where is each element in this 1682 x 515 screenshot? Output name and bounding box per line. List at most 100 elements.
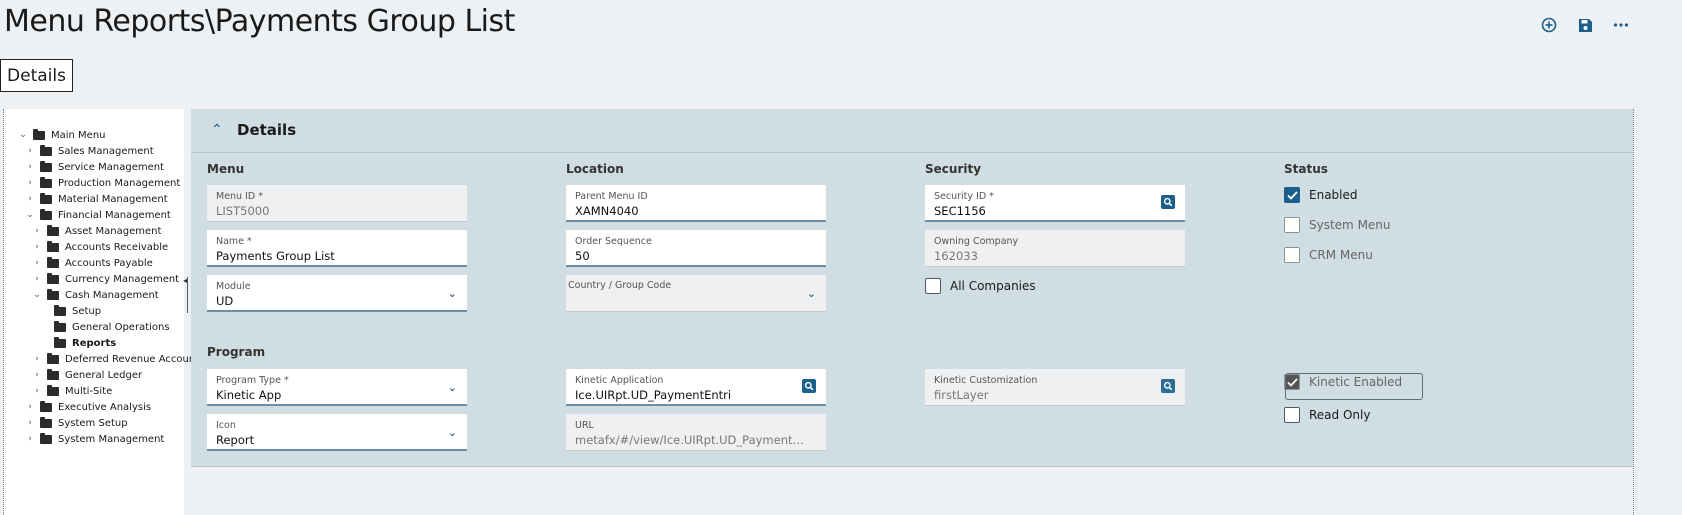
chevron-right-icon[interactable]: › xyxy=(26,162,34,172)
name-field[interactable]: Name * Payments Group List xyxy=(207,230,467,267)
tree-item[interactable]: › Production Management xyxy=(26,175,180,191)
chevron-right-icon[interactable]: › xyxy=(33,258,41,268)
kinetic-application-field[interactable]: Kinetic Application Ice.UIRpt.UD_Payment… xyxy=(566,369,826,406)
kinetic-customization-value: firstLayer xyxy=(934,388,989,402)
kinetic-customization-field[interactable]: Kinetic Customization firstLayer xyxy=(925,369,1185,406)
checkbox-checked-icon[interactable] xyxy=(1284,374,1300,390)
save-icon[interactable] xyxy=(1574,14,1596,36)
tree-item-label: Financial Management xyxy=(58,209,171,221)
folder-icon xyxy=(40,416,52,428)
parent-menu-id-field[interactable]: Parent Menu ID XAMN4040 xyxy=(566,185,826,222)
tree-item[interactable]: › Sales Management xyxy=(26,143,154,159)
chevron-right-icon[interactable]: › xyxy=(33,242,41,252)
tree-item[interactable]: › System Management xyxy=(26,431,164,447)
tree-item[interactable]: Reports xyxy=(40,335,116,351)
tree-item[interactable]: ⌄ Financial Management xyxy=(26,207,171,223)
folder-icon xyxy=(33,128,45,140)
tab-details[interactable]: Details xyxy=(0,59,73,92)
program-type-label: Program Type * xyxy=(216,375,289,386)
module-label: Module xyxy=(216,281,251,292)
chevron-right-icon[interactable]: › xyxy=(26,402,34,412)
chevron-right-icon[interactable]: › xyxy=(33,386,41,396)
all-companies-checkbox[interactable]: All Companies xyxy=(925,278,1036,294)
country-group-code-select[interactable]: Country / Group Code ⌄ xyxy=(566,275,826,312)
read-only-checkbox[interactable]: Read Only xyxy=(1284,407,1370,423)
more-options-icon[interactable] xyxy=(1610,14,1632,36)
chevron-right-icon[interactable]: › xyxy=(33,226,41,236)
icon-label: Icon xyxy=(216,420,236,431)
tree-item[interactable]: ⌄ Cash Management xyxy=(33,287,159,303)
chevron-down-icon[interactable]: ⌄ xyxy=(26,210,34,220)
tree-item[interactable]: › Service Management xyxy=(26,159,164,175)
tree-item-label: Currency Management xyxy=(65,273,180,285)
section-status: Status xyxy=(1284,162,1328,176)
checkbox-box[interactable] xyxy=(925,278,941,294)
system-menu-checkbox[interactable]: System Menu xyxy=(1284,217,1391,233)
chevron-down-icon[interactable]: ⌄ xyxy=(19,130,27,140)
search-lookup-icon[interactable] xyxy=(1161,379,1175,393)
chevron-down-icon[interactable]: ⌄ xyxy=(448,426,457,439)
crm-menu-checkbox[interactable]: CRM Menu xyxy=(1284,247,1373,263)
chevron-down-icon[interactable]: ⌄ xyxy=(807,287,816,300)
search-lookup-icon[interactable] xyxy=(802,379,816,393)
chevron-right-icon[interactable]: › xyxy=(26,418,34,428)
tree-item[interactable]: › Currency Management xyxy=(33,271,179,287)
checkbox-box[interactable] xyxy=(1284,217,1300,233)
tree-item[interactable]: › General Ledger xyxy=(33,367,142,383)
tree-item[interactable]: ⌄ Main Menu xyxy=(19,127,106,143)
order-sequence-field[interactable]: Order Sequence 50 xyxy=(566,230,826,267)
menu-id-label: Menu ID * xyxy=(216,191,263,202)
add-icon[interactable] xyxy=(1538,14,1560,36)
security-id-value: SEC1156 xyxy=(934,204,986,218)
tree-item-label: Deferred Revenue Accoun xyxy=(65,353,196,365)
checkbox-box[interactable] xyxy=(1284,407,1300,423)
menu-id-field[interactable]: Menu ID * LIST5000 xyxy=(207,185,467,222)
top-actions xyxy=(1538,14,1632,36)
chevron-right-icon[interactable]: › xyxy=(26,146,34,156)
tree-item[interactable]: › Asset Management xyxy=(33,223,161,239)
tree-item[interactable]: › Accounts Payable xyxy=(33,255,153,271)
tree-item[interactable]: General Operations xyxy=(40,319,170,335)
tree-item-label: Service Management xyxy=(58,161,165,173)
search-lookup-icon[interactable] xyxy=(1161,195,1175,209)
chevron-right-icon[interactable]: › xyxy=(26,178,34,188)
folder-icon xyxy=(47,288,59,300)
enabled-checkbox[interactable]: Enabled xyxy=(1284,187,1358,203)
owning-company-field[interactable]: Owning Company 162033 xyxy=(925,230,1185,267)
folder-icon xyxy=(47,384,59,396)
details-panel-header[interactable]: ⌃ Details xyxy=(191,109,1633,153)
folder-icon xyxy=(40,160,52,172)
program-type-select[interactable]: Program Type * Kinetic App ⌄ xyxy=(207,369,467,406)
module-select[interactable]: Module UD ⌄ xyxy=(207,275,467,312)
tree-item[interactable]: › System Setup xyxy=(26,415,128,431)
checkbox-checked-icon[interactable] xyxy=(1284,187,1300,203)
chevron-down-icon[interactable]: ⌄ xyxy=(448,287,457,300)
folder-icon xyxy=(40,432,52,444)
url-label: URL xyxy=(575,420,594,431)
tree-item-label: Accounts Payable xyxy=(65,257,153,269)
tree-item[interactable]: Setup xyxy=(40,303,101,319)
tree-splitter[interactable] xyxy=(187,277,189,313)
chevron-right-icon[interactable]: › xyxy=(33,354,41,364)
chevron-right-icon[interactable]: › xyxy=(33,370,41,380)
kinetic-application-value: Ice.UIRpt.UD_PaymentEntri xyxy=(575,388,732,402)
folder-icon xyxy=(40,176,52,188)
checkbox-box[interactable] xyxy=(1284,247,1300,263)
kinetic-enabled-checkbox[interactable]: Kinetic Enabled xyxy=(1284,374,1402,390)
tree-item[interactable]: › Deferred Revenue Accoun xyxy=(33,351,195,367)
chevron-up-icon[interactable]: ⌃ xyxy=(211,121,223,138)
chevron-right-icon[interactable]: › xyxy=(26,434,34,444)
tree-item[interactable]: › Accounts Receivable xyxy=(33,239,168,255)
tree-item-label: Cash Management xyxy=(65,289,159,301)
security-id-field[interactable]: Security ID * SEC1156 xyxy=(925,185,1185,222)
chevron-down-icon[interactable]: ⌄ xyxy=(448,381,457,394)
icon-select[interactable]: Icon Report ⌄ xyxy=(207,414,467,451)
tree-item[interactable]: › Multi-Site xyxy=(33,383,112,399)
chevron-right-icon[interactable]: › xyxy=(33,274,41,284)
chevron-right-icon[interactable]: › xyxy=(26,194,34,204)
program-type-value: Kinetic App xyxy=(216,388,282,402)
tree-item[interactable]: › Executive Analysis xyxy=(26,399,151,415)
url-field[interactable]: URL metafx/#/view/Ice.UIRpt.UD_PaymentEn… xyxy=(566,414,826,451)
tree-item[interactable]: › Material Management xyxy=(26,191,168,207)
chevron-down-icon[interactable]: ⌄ xyxy=(33,290,41,300)
